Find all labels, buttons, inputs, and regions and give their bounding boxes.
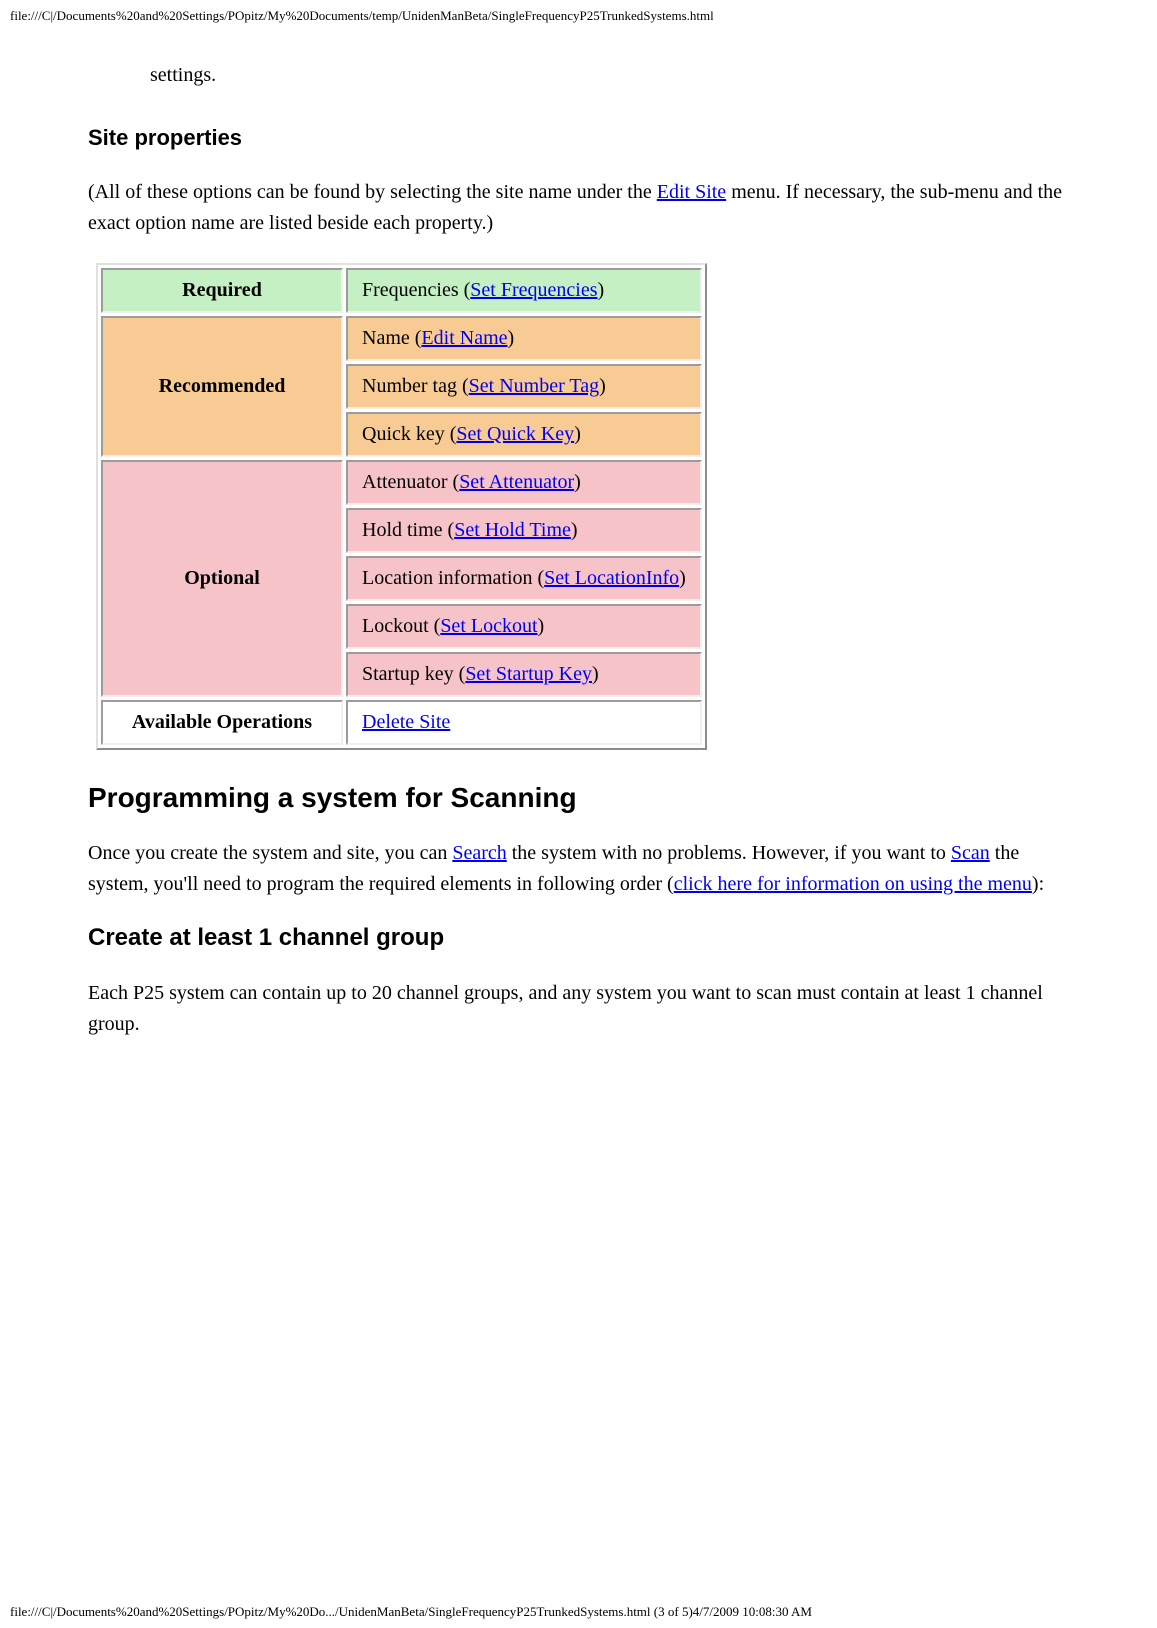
link-menu-info[interactable]: click here for information on using the …: [674, 873, 1032, 895]
link-set-startup-key[interactable]: Set Startup Key: [465, 663, 592, 685]
link-edit-site[interactable]: Edit Site: [657, 181, 726, 203]
file-path-footer: file:///C|/Documents%20and%20Settings/PO…: [10, 1604, 812, 1620]
paragraph-intro: (All of these options can be found by se…: [88, 177, 1069, 239]
text: (All of these options can be found by se…: [88, 181, 657, 203]
link-set-number-tag[interactable]: Set Number Tag: [469, 375, 599, 397]
text: Lockout (: [362, 615, 440, 637]
text: ): [571, 519, 578, 541]
cell-required-label: Required: [101, 268, 343, 313]
text: ):: [1032, 873, 1044, 895]
cell-optional-value: Hold time (Set Hold Time): [346, 508, 702, 553]
table-row: Optional Attenuator (Set Attenuator): [101, 460, 702, 505]
text: Number tag (: [362, 375, 469, 397]
text: ): [508, 327, 515, 349]
text: Hold time (: [362, 519, 454, 541]
site-properties-table: Required Frequencies (Set Frequencies) R…: [96, 263, 707, 750]
paragraph-channel-group: Each P25 system can contain up to 20 cha…: [88, 978, 1069, 1040]
text: ): [574, 471, 581, 493]
link-set-attenuator[interactable]: Set Attenuator: [459, 471, 574, 493]
cell-optional-value: Lockout (Set Lockout): [346, 604, 702, 649]
cell-optional-value: Attenuator (Set Attenuator): [346, 460, 702, 505]
link-search[interactable]: Search: [452, 842, 506, 864]
text: Quick key (: [362, 423, 456, 445]
heading-programming-system: Programming a system for Scanning: [88, 782, 1069, 814]
text: the system with no problems. However, if…: [507, 842, 951, 864]
heading-create-channel-group: Create at least 1 channel group: [88, 924, 1069, 952]
cell-optional-label: Optional: [101, 460, 343, 697]
text: Name (: [362, 327, 421, 349]
table-row: Recommended Name (Edit Name): [101, 316, 702, 361]
cell-recommended-value: Quick key (Set Quick Key): [346, 412, 702, 457]
cell-available-operations-value: Delete Site: [346, 700, 702, 745]
text: Location information (: [362, 567, 544, 589]
cell-recommended-value: Name (Edit Name): [346, 316, 702, 361]
link-set-lockout[interactable]: Set Lockout: [440, 615, 537, 637]
cell-optional-value: Location information (Set LocationInfo): [346, 556, 702, 601]
text: ): [592, 663, 599, 685]
table-row: Available Operations Delete Site: [101, 700, 702, 745]
document-body: settings. Site properties (All of these …: [88, 64, 1069, 1040]
text: Attenuator (: [362, 471, 459, 493]
text: ): [538, 615, 545, 637]
heading-site-properties: Site properties: [88, 125, 1069, 151]
cell-recommended-value: Number tag (Set Number Tag): [346, 364, 702, 409]
cell-optional-value: Startup key (Set Startup Key): [346, 652, 702, 697]
link-set-quick-key[interactable]: Set Quick Key: [456, 423, 574, 445]
link-edit-name[interactable]: Edit Name: [421, 327, 507, 349]
link-set-frequencies[interactable]: Set Frequencies: [470, 279, 597, 301]
link-delete-site[interactable]: Delete Site: [362, 711, 450, 733]
cell-recommended-label: Recommended: [101, 316, 343, 457]
paragraph-programming: Once you create the system and site, you…: [88, 838, 1069, 900]
text: ): [574, 423, 581, 445]
fragment-settings: settings.: [150, 64, 1069, 87]
text: ): [597, 279, 604, 301]
text: ): [599, 375, 606, 397]
cell-required-value: Frequencies (Set Frequencies): [346, 268, 702, 313]
text: Frequencies (: [362, 279, 470, 301]
text: Once you create the system and site, you…: [88, 842, 452, 864]
file-path-header: file:///C|/Documents%20and%20Settings/PO…: [10, 8, 1147, 24]
cell-available-operations-label: Available Operations: [101, 700, 343, 745]
link-scan[interactable]: Scan: [951, 842, 990, 864]
link-set-hold-time[interactable]: Set Hold Time: [454, 519, 571, 541]
text: ): [679, 567, 686, 589]
text: Startup key (: [362, 663, 465, 685]
table-row: Required Frequencies (Set Frequencies): [101, 268, 702, 313]
link-set-locationinfo[interactable]: Set LocationInfo: [544, 567, 679, 589]
